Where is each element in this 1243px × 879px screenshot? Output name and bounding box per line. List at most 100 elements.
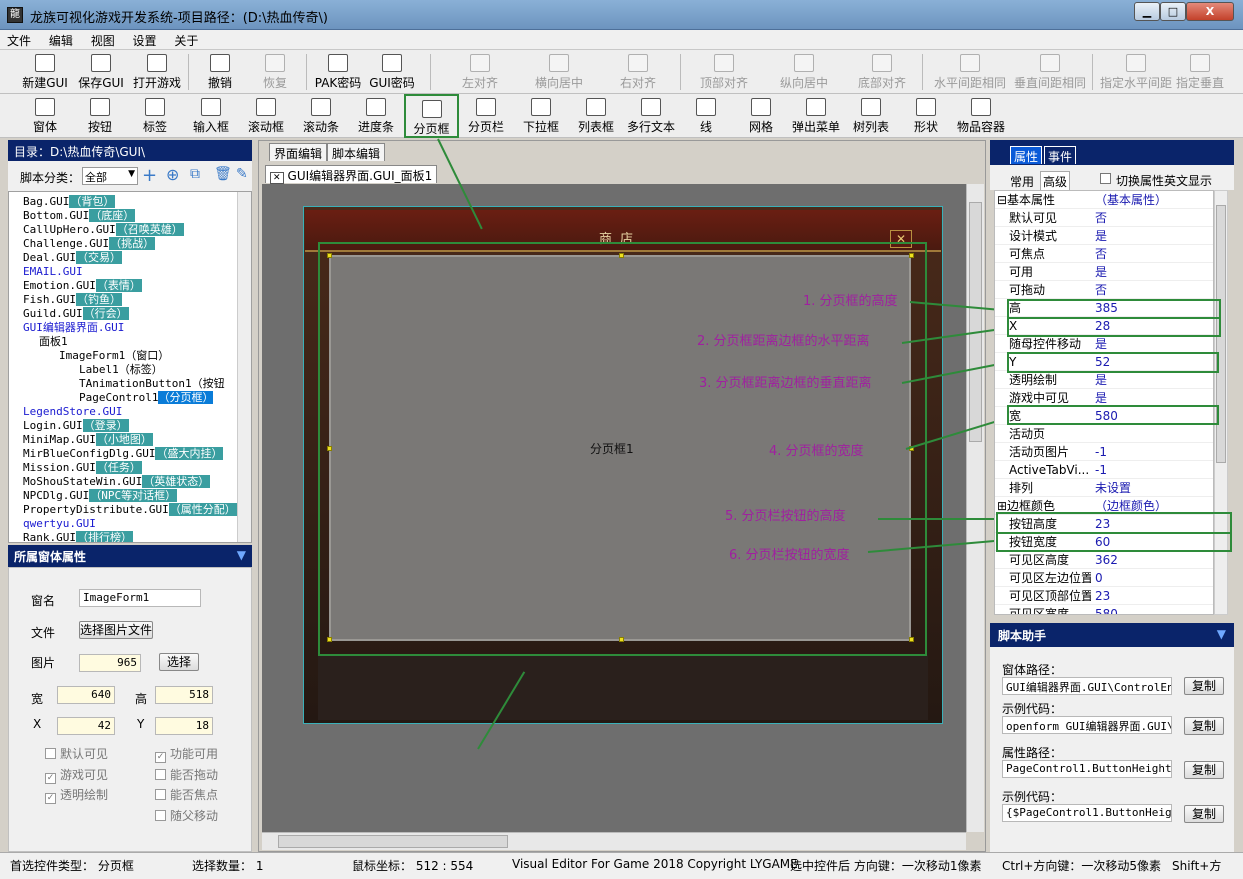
- enabled-checkbox[interactable]: ✓ 功能可用: [155, 745, 218, 763]
- x-field[interactable]: 42: [57, 717, 115, 735]
- tree-item[interactable]: EMAIL.GUI: [23, 265, 83, 279]
- set-hspacing-button[interactable]: 指定水平间距: [1096, 50, 1176, 94]
- tree-item[interactable]: 面板1: [39, 335, 68, 349]
- tree-item[interactable]: PageControl1（分页框）: [79, 391, 214, 405]
- tool-dropdown[interactable]: 下拉框: [511, 94, 571, 138]
- add-child-icon[interactable]: ⊕: [166, 165, 179, 184]
- tool-line[interactable]: 线: [676, 94, 736, 138]
- width-field[interactable]: 640: [57, 686, 115, 704]
- tree-item[interactable]: Label1（标签）: [79, 363, 163, 377]
- menu-file[interactable]: 文件: [0, 30, 38, 51]
- copy-form-path-button[interactable]: 复制: [1184, 677, 1224, 695]
- sample-code-field-2[interactable]: {$PageControl1.ButtonHeight}:: [1002, 804, 1172, 822]
- tree-item[interactable]: Bag.GUI（背包）: [23, 195, 116, 209]
- choose-button[interactable]: 选择: [159, 653, 199, 671]
- collapse-icon[interactable]: ▼: [1217, 627, 1226, 641]
- tree-item[interactable]: GUI编辑器界面.GUI: [23, 321, 124, 335]
- horizontal-scrollbar[interactable]: [262, 832, 966, 850]
- property-row[interactable]: 设计模式是: [995, 227, 1213, 245]
- property-row[interactable]: 可用是: [995, 263, 1213, 281]
- maximize-button[interactable]: □: [1160, 2, 1186, 21]
- tool-pagecontrol[interactable]: 分页框: [404, 94, 459, 138]
- horizontal-scroll-thumb[interactable]: [278, 835, 508, 848]
- subtab-common[interactable]: 常用: [1010, 173, 1034, 190]
- property-row[interactable]: 可见区左边位置 0: [995, 569, 1213, 587]
- tab-ui-edit[interactable]: 界面编辑: [269, 143, 328, 161]
- tree-item[interactable]: PropertyDistribute.GUI（属性分配）: [23, 503, 237, 517]
- form-name-field[interactable]: ImageForm1: [79, 589, 201, 607]
- tree-item[interactable]: Challenge.GUI（挑战）: [23, 237, 156, 251]
- prop-path-field[interactable]: PageControl1.ButtonHeight: [1002, 760, 1172, 778]
- gui-password-button[interactable]: GUI密码: [362, 50, 422, 94]
- set-vspacing-button[interactable]: 指定垂直: [1176, 50, 1224, 94]
- tree-item[interactable]: ImageForm1（窗口）: [59, 349, 169, 363]
- align-left-button[interactable]: 左对齐: [450, 50, 510, 94]
- redo-button[interactable]: 恢复: [245, 50, 305, 94]
- tool-shape[interactable]: 形状: [896, 94, 956, 138]
- align-vcenter-button[interactable]: 纵向居中: [774, 50, 834, 94]
- edit-icon[interactable]: ✎: [236, 166, 248, 182]
- tool-tabbar[interactable]: 分页栏: [456, 94, 516, 138]
- tab-events[interactable]: 事件: [1044, 146, 1077, 164]
- choose-image-file-button[interactable]: 选择图片文件: [79, 621, 153, 639]
- collapse-icon[interactable]: ▼: [237, 548, 246, 562]
- tool-button[interactable]: 按钮: [70, 94, 130, 138]
- menu-edit[interactable]: 编辑: [42, 30, 80, 51]
- open-game-button[interactable]: 打开游戏: [127, 50, 187, 94]
- same-vspacing-button[interactable]: 垂直间距相同: [1010, 50, 1090, 94]
- tree-item[interactable]: MiniMap.GUI（小地图）: [23, 433, 153, 447]
- align-right-button[interactable]: 右对齐: [608, 50, 668, 94]
- property-row[interactable]: 可拖动否: [995, 281, 1213, 299]
- form-path-field[interactable]: GUI编辑器界面.GUI\ControlEng: [1002, 677, 1172, 695]
- tree-item[interactable]: MirBlueConfigDlg.GUI（盛大内挂）: [23, 447, 224, 461]
- tree-item[interactable]: LegendStore.GUI: [23, 405, 122, 419]
- tab-properties[interactable]: 属性: [1010, 146, 1043, 164]
- sample-code-field[interactable]: openform GUI编辑器界面.GUI\C: [1002, 716, 1172, 734]
- save-gui-button[interactable]: 保存GUI: [71, 50, 131, 94]
- minimize-button[interactable]: ▁: [1134, 2, 1160, 21]
- property-row[interactable]: 可焦点否: [995, 245, 1213, 263]
- tree-item[interactable]: Emotion.GUI（表情）: [23, 279, 142, 293]
- new-gui-button[interactable]: 新建GUI: [15, 50, 75, 94]
- copy-prop-path-button[interactable]: 复制: [1184, 761, 1224, 779]
- menu-settings[interactable]: 设置: [126, 30, 164, 51]
- tree-item[interactable]: MoShouStateWin.GUI（英雄状态）: [23, 475, 211, 489]
- align-hcenter-button[interactable]: 横向居中: [528, 50, 590, 94]
- vertical-scroll-thumb[interactable]: [969, 202, 982, 442]
- tool-popupmenu[interactable]: 弹出菜单: [786, 94, 846, 138]
- tree-item[interactable]: CallUpHero.GUI（召唤英雄）: [23, 223, 184, 237]
- draggable-checkbox[interactable]: 能否拖动: [155, 766, 218, 783]
- align-bottom-button[interactable]: 底部对齐: [852, 50, 912, 94]
- property-row[interactable]: 可见区顶部位置 23: [995, 587, 1213, 605]
- property-row[interactable]: 随母控件移动是: [995, 335, 1213, 353]
- tree-item[interactable]: Fish.GUI（钓鱼）: [23, 293, 122, 307]
- doc-tab[interactable]: ✕ GUI编辑器界面.GUI_面板1: [265, 165, 438, 184]
- default-visible-checkbox[interactable]: 默认可见: [45, 745, 108, 762]
- property-row[interactable]: 排列 未设置: [995, 479, 1213, 497]
- tool-input[interactable]: 输入框: [181, 94, 241, 138]
- menu-view[interactable]: 视图: [84, 30, 122, 51]
- property-row[interactable]: ⊟基本属性 （基本属性）: [995, 191, 1213, 209]
- tree-item[interactable]: TAnimationButton1（按钮: [79, 377, 225, 391]
- property-row[interactable]: 活动页图片 -1: [995, 443, 1213, 461]
- transparent-checkbox[interactable]: ✓ 透明绘制: [45, 786, 108, 804]
- tool-grid[interactable]: 网格: [731, 94, 791, 138]
- copy-icon[interactable]: ⧉: [190, 166, 200, 182]
- property-row[interactable]: ActiveTabVi... -1: [995, 461, 1213, 479]
- close-button[interactable]: X: [1186, 2, 1234, 21]
- tool-progress[interactable]: 进度条: [346, 94, 406, 138]
- property-row[interactable]: 活动页: [995, 425, 1213, 443]
- english-display-checkbox[interactable]: [1100, 173, 1111, 184]
- tree-item[interactable]: Login.GUI（登录）: [23, 419, 129, 433]
- game-visible-checkbox[interactable]: ✓ 游戏可见: [45, 766, 108, 784]
- tool-memo[interactable]: 多行文本: [621, 94, 681, 138]
- pak-password-button[interactable]: PAK密码: [308, 50, 368, 94]
- same-hspacing-button[interactable]: 水平间距相同: [930, 50, 1010, 94]
- tree-item[interactable]: Guild.GUI（行会）: [23, 307, 129, 321]
- align-top-button[interactable]: 顶部对齐: [694, 50, 754, 94]
- y-field[interactable]: 18: [155, 717, 213, 735]
- tree-item[interactable]: Mission.GUI（任务）: [23, 461, 142, 475]
- focusable-checkbox[interactable]: 能否焦点: [155, 786, 218, 803]
- tool-treelist[interactable]: 树列表: [841, 94, 901, 138]
- tree-item[interactable]: Bottom.GUI（底座）: [23, 209, 136, 223]
